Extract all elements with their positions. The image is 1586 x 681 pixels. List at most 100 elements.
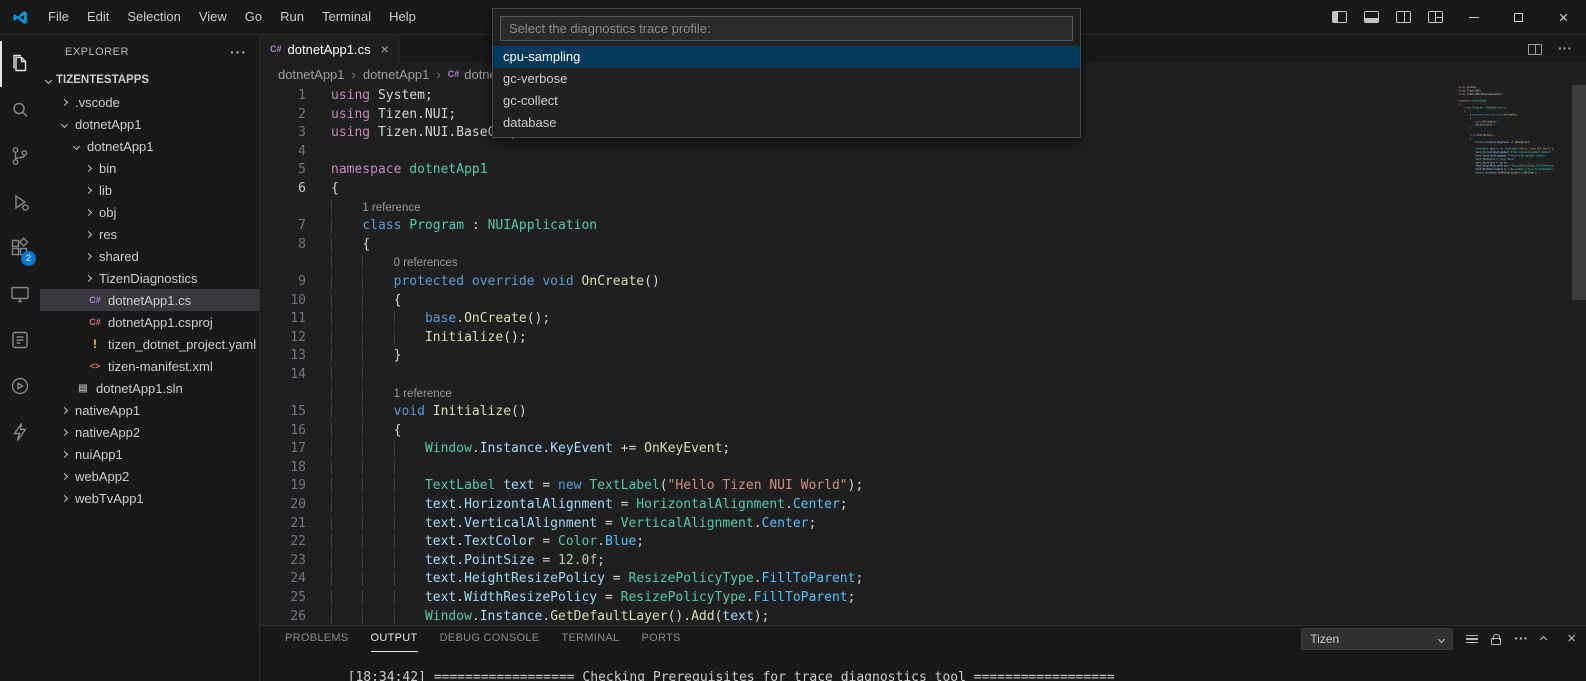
code-line: 21 text.VerticalAlignment = VerticalAlig… <box>260 515 1454 534</box>
tree-file-dotnetapp1.sln[interactable]: ▤dotnetApp1.sln <box>40 377 259 399</box>
editor-more-actions-icon[interactable] <box>1558 40 1572 58</box>
tree-folder-bin[interactable]: bin <box>40 157 259 179</box>
output-settings-icon[interactable] <box>1466 635 1478 643</box>
tree-item-label: res <box>99 227 117 242</box>
close-panel-icon[interactable] <box>1567 630 1576 648</box>
code-line: 13 } <box>260 347 1454 366</box>
tree-folder-webapp2[interactable]: webApp2 <box>40 465 259 487</box>
breadcrumb-item-1[interactable]: dotnetApp1 <box>363 67 430 82</box>
codelens-row: 0 references <box>260 254 1454 273</box>
tab-dotnetapp1-cs[interactable]: C# dotnetApp1.cs <box>260 35 400 63</box>
tree-folder-dotnetapp1[interactable]: dotnetApp1 <box>40 113 259 135</box>
output-log-line: [18:34:42] ================== Checking P… <box>348 670 1115 681</box>
customize-layout-icon[interactable] <box>1419 4 1451 30</box>
explorer-more-actions-icon[interactable] <box>230 44 247 60</box>
toggle-sidebar-icon[interactable] <box>1323 4 1355 30</box>
search-icon[interactable] <box>0 87 40 133</box>
xml-file-icon: <> <box>87 361 103 371</box>
tree-item-label: webTvApp1 <box>75 491 144 506</box>
maximize-panel-icon[interactable] <box>1540 635 1547 642</box>
menu-edit[interactable]: Edit <box>78 6 118 28</box>
source-control-icon[interactable] <box>0 133 40 179</box>
menu-go[interactable]: Go <box>236 6 271 28</box>
tree-folder-shared[interactable]: shared <box>40 245 259 267</box>
split-editor-icon[interactable] <box>1528 44 1542 55</box>
explorer-icon[interactable] <box>0 41 40 87</box>
codelens-label[interactable]: 1 reference <box>394 388 452 400</box>
output-channel-select[interactable]: Tizen <box>1301 628 1453 650</box>
csharp-file-icon: C# <box>448 69 460 79</box>
panel-tab-debug-console[interactable]: DEBUG CONSOLE <box>440 626 540 652</box>
chevron-down-icon <box>1438 635 1445 642</box>
tree-folder-webtvapp1[interactable]: webTvApp1 <box>40 487 259 509</box>
panel-tab-problems[interactable]: PROBLEMS <box>285 626 349 652</box>
panel-tab-output[interactable]: OUTPUT <box>371 626 418 652</box>
tree-file-tizen-manifest.xml[interactable]: <> tizen-manifest.xml <box>40 355 259 377</box>
workspace-section-header[interactable]: TIZENTESTAPPS <box>40 69 259 91</box>
tree-folder-lib[interactable]: lib <box>40 179 259 201</box>
vscode-logo-icon <box>12 9 29 26</box>
tree-file-dotnetapp1.cs[interactable]: C#dotnetApp1.cs <box>40 289 259 311</box>
codelens-label[interactable]: 1 reference <box>362 202 420 214</box>
tizen-emulator-manager-icon[interactable] <box>0 363 40 409</box>
maximize-button[interactable] <box>1496 0 1541 35</box>
chevron-right-icon <box>61 494 68 501</box>
minimap[interactable]: using System;using Tizen.NUI;using Tizen… <box>1454 85 1572 625</box>
line-number: 5 <box>260 161 306 180</box>
quickpick-item-database[interactable]: database <box>493 112 1080 134</box>
menu-terminal[interactable]: Terminal <box>313 6 380 28</box>
minimize-button[interactable] <box>1451 0 1496 35</box>
tree-folder-res[interactable]: res <box>40 223 259 245</box>
panel-tab-terminal[interactable]: TERMINAL <box>561 626 619 652</box>
quickpick-item-gc-verbose[interactable]: gc-verbose <box>493 68 1080 90</box>
quickpick-item-gc-collect[interactable]: gc-collect <box>493 90 1080 112</box>
panel-tab-ports[interactable]: PORTS <box>641 626 680 652</box>
codelens-label[interactable]: 0 references <box>394 257 458 269</box>
tizen-studio-icon[interactable] <box>0 409 40 455</box>
tizen-certificate-manager-icon[interactable] <box>0 317 40 363</box>
menu-selection[interactable]: Selection <box>118 6 189 28</box>
breadcrumb-item-0[interactable]: dotnetApp1 <box>278 67 345 82</box>
extensions-badge: 2 <box>21 251 36 266</box>
lock-scroll-icon[interactable] <box>1491 638 1501 645</box>
menu-run[interactable]: Run <box>271 6 313 28</box>
quickpick-item-cpu-sampling[interactable]: cpu-sampling <box>493 46 1080 68</box>
line-number: 6 <box>260 180 306 199</box>
tree-folder-nativeapp1[interactable]: nativeApp1 <box>40 399 259 421</box>
code-lines: 1using System;2using Tizen.NUI;3using Ti… <box>260 87 1454 625</box>
scrollbar-thumb[interactable] <box>1572 85 1586 300</box>
tree-item-label: tizen-manifest.xml <box>108 359 213 374</box>
tree-item-label: bin <box>99 161 116 176</box>
quick-pick-input[interactable] <box>500 16 1073 41</box>
chevron-right-icon <box>61 98 68 105</box>
code-editor[interactable]: 1using System;2using Tizen.NUI;3using Ti… <box>260 85 1586 625</box>
tree-file-dotnetapp1.csproj[interactable]: C#dotnetApp1.csproj <box>40 311 259 333</box>
tree-folder-obj[interactable]: obj <box>40 201 259 223</box>
code-line: 14 <box>260 366 1454 385</box>
close-window-button[interactable] <box>1541 0 1586 35</box>
chevron-right-icon <box>85 230 92 237</box>
menu-view[interactable]: View <box>190 6 236 28</box>
bottom-panel: PROBLEMS OUTPUT DEBUG CONSOLE TERMINAL PORTS… <box>260 625 1586 681</box>
tree-folder-tizendiagnostics[interactable]: TizenDiagnostics <box>40 267 259 289</box>
close-tab-icon[interactable] <box>381 41 389 57</box>
line-number: 20 <box>260 496 306 515</box>
tree-folder-.vscode[interactable]: .vscode <box>40 91 259 113</box>
line-number: 24 <box>260 570 306 589</box>
run-and-debug-icon[interactable] <box>0 179 40 225</box>
quick-pick-list: cpu-samplinggc-verbosegc-collectdatabase <box>493 46 1080 137</box>
menu-help[interactable]: Help <box>380 6 425 28</box>
tree-folder-nativeapp2[interactable]: nativeApp2 <box>40 421 259 443</box>
tree-folder-dotnetapp1[interactable]: dotnetApp1 <box>40 135 259 157</box>
toggle-secondary-sidebar-icon[interactable] <box>1387 4 1419 30</box>
panel-more-actions-icon[interactable] <box>1514 630 1528 648</box>
line-number: 7 <box>260 217 306 236</box>
tree-file-tizen_dotnet_project.yaml[interactable]: !tizen_dotnet_project.yaml <box>40 333 259 355</box>
tree-folder-nuiapp1[interactable]: nuiApp1 <box>40 443 259 465</box>
toggle-panel-icon[interactable] <box>1355 4 1387 30</box>
extensions-icon[interactable]: 2 <box>0 225 40 271</box>
code-line: 26 Window.Instance.GetDefaultLayer().Add… <box>260 608 1454 625</box>
tizen-device-manager-icon[interactable] <box>0 271 40 317</box>
menu-file[interactable]: File <box>39 6 78 28</box>
editor-scrollbar[interactable] <box>1572 85 1586 625</box>
